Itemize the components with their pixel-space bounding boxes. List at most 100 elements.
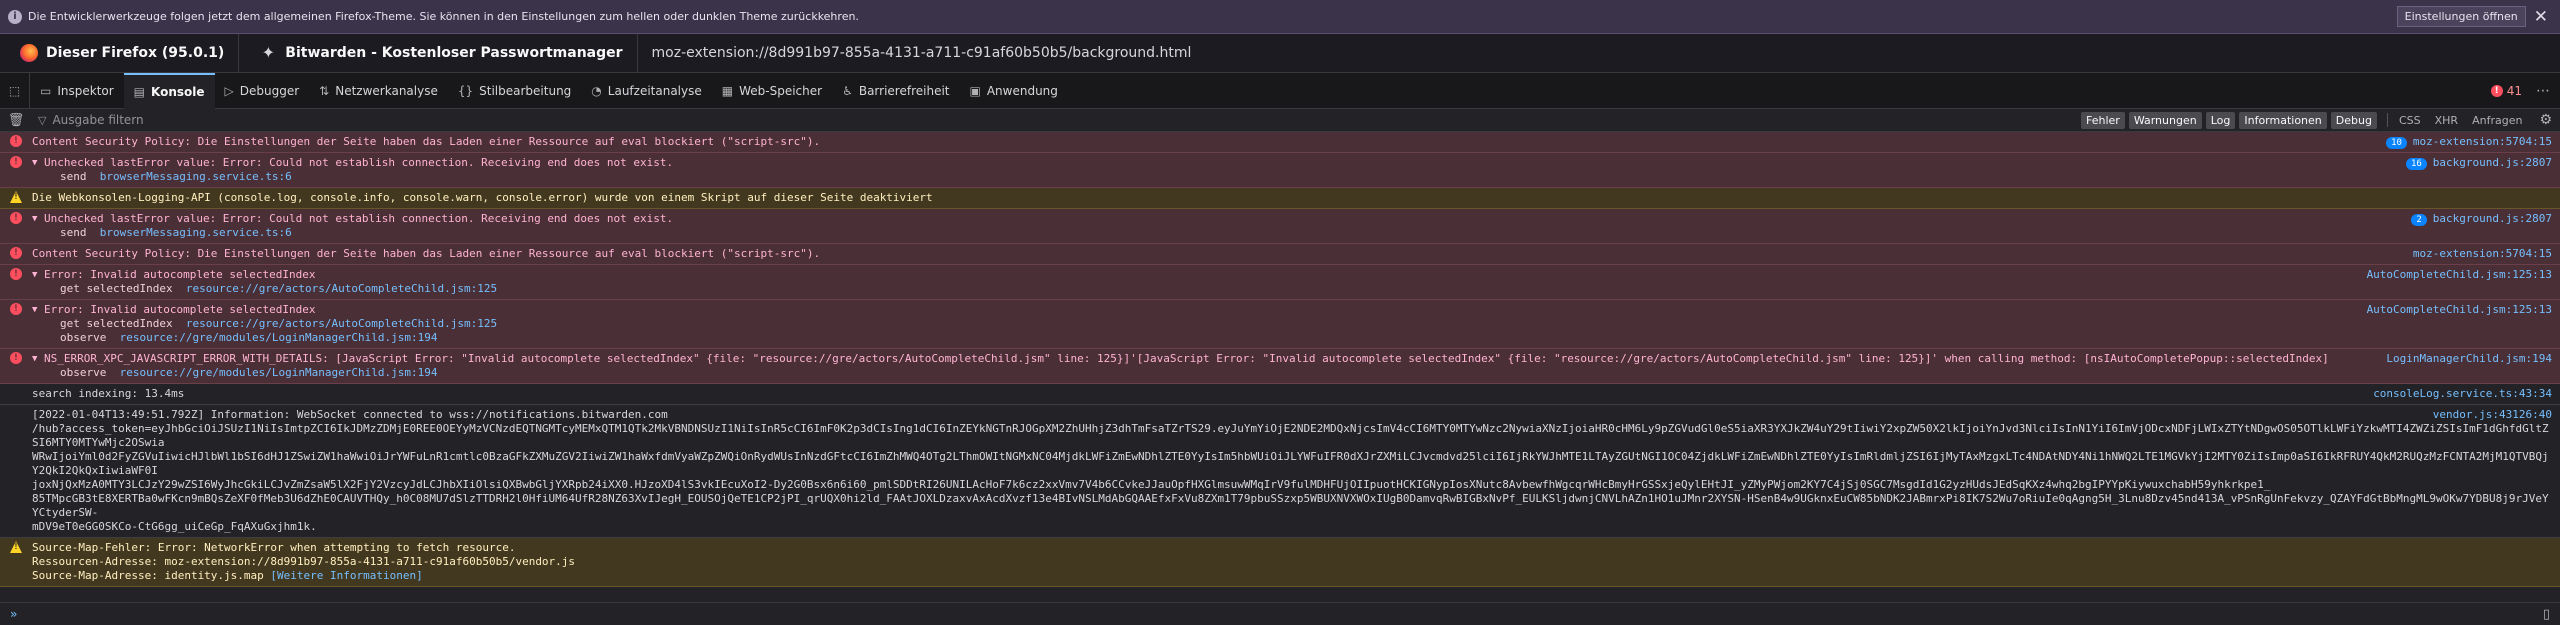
gear-icon[interactable]: ⚙ xyxy=(2539,112,2552,128)
stack-frame: get selectedIndex resource://gre/actors/… xyxy=(44,317,2552,331)
tab-debugger[interactable]: ▷ Debugger xyxy=(215,73,310,109)
message-text: Error: Invalid autocomplete selectedInde… xyxy=(44,303,316,316)
stack-frame: send browserMessaging.service.ts:6 xyxy=(44,226,2552,240)
message-text: Unchecked lastError value: Error: Could … xyxy=(44,156,674,169)
open-settings-button[interactable]: Einstellungen öffnen xyxy=(2396,6,2526,27)
stack-location[interactable]: browserMessaging.service.ts:6 xyxy=(100,170,292,183)
more-options-icon[interactable]: ⋯ xyxy=(2536,83,2550,99)
expand-arrow-icon[interactable]: ▼ xyxy=(32,303,37,317)
notification-text: Die Entwicklerwerkzeuge folgen jetzt dem… xyxy=(28,10,859,23)
stack-location[interactable]: resource://gre/actors/AutoCompleteChild.… xyxy=(186,317,497,330)
console-message: ! ▼ Unchecked lastError value: Error: Coul… xyxy=(0,209,2560,244)
error-icon: ! xyxy=(10,303,22,315)
debugger-icon: ▷ xyxy=(224,83,234,98)
tool-label: Netzwerkanalyse xyxy=(335,83,438,98)
error-icon: ! xyxy=(2490,84,2503,97)
message-source-link[interactable]: 10 moz-extension:5704:15 xyxy=(2386,135,2552,149)
tab-web-speicher[interactable]: ▦ Web-Speicher xyxy=(712,73,832,109)
tool-label: Anwendung xyxy=(986,83,1058,98)
element-picker-icon[interactable]: ⬚ xyxy=(0,72,30,109)
target-bar: Dieser Firefox (95.0.1) ✦ Bitwarden - Ko… xyxy=(0,33,2560,73)
filter-xhr[interactable]: XHR xyxy=(2430,112,2463,129)
tool-label: Inspektor xyxy=(57,83,114,98)
message-source-link[interactable]: vendor.js:43126:40 xyxy=(2433,408,2552,422)
stack-frame: observe resource://gre/modules/LoginMana… xyxy=(44,331,2552,345)
filter-anfragen[interactable]: Anfragen xyxy=(2467,112,2527,129)
console-message: ! ▼ Unchecked lastError value: Error: Coul… xyxy=(0,153,2560,188)
console-message: ! Content Security Policy: Die Einstellun… xyxy=(0,132,2560,153)
filter-fehler[interactable]: Fehler xyxy=(2081,111,2125,129)
repeat-count-badge: 2 xyxy=(2411,214,2427,226)
tab-anwendung[interactable]: ▣ Anwendung xyxy=(960,73,1068,109)
accessibility-icon: ♿ xyxy=(842,83,853,98)
message-source-link[interactable]: 2 background.js:2807 xyxy=(2411,212,2552,226)
tab-firefox[interactable]: Dieser Firefox (95.0.1) xyxy=(0,33,240,73)
firefox-logo-icon xyxy=(20,44,38,62)
tab-bitwarden[interactable]: ✦ Bitwarden - Kostenloser Passwortmanage… xyxy=(239,33,638,73)
inspector-icon: ▭ xyxy=(40,83,52,98)
network-icon: ⇅ xyxy=(319,83,330,98)
message-source-link[interactable]: moz-extension:5704:15 xyxy=(2413,247,2552,261)
error-icon: ! xyxy=(10,212,22,224)
error-icon: ! xyxy=(10,156,22,168)
message-source-link[interactable]: AutoCompleteChild.jsm:125:13 xyxy=(2367,268,2552,282)
stack-location[interactable]: browserMessaging.service.ts:6 xyxy=(100,226,292,239)
console-message: search indexing: 13.4ms consoleLog.servic… xyxy=(0,384,2560,405)
stack-function: observe xyxy=(60,331,120,344)
tab-barrierefreiheit[interactable]: ♿ Barrierefreiheit xyxy=(832,73,959,109)
tab-firefox-label: Dieser Firefox (95.0.1) xyxy=(46,45,225,61)
stack-location[interactable]: resource://gre/modules/LoginManagerChild… xyxy=(120,331,438,344)
expand-arrow-icon[interactable]: ▼ xyxy=(32,268,37,282)
tool-label: Debugger xyxy=(239,83,300,98)
message-text: search indexing: 13.4ms xyxy=(32,387,185,400)
message-text: Unchecked lastError value: Error: Could … xyxy=(44,212,674,225)
tool-label: Konsole xyxy=(151,84,205,99)
message-text: Source-Map-Fehler: Error: NetworkError w… xyxy=(32,541,576,582)
tab-inspektor[interactable]: ▭ Inspektor xyxy=(30,73,124,109)
close-icon[interactable]: ✕ xyxy=(2534,7,2548,27)
filter-informationen[interactable]: Informationen xyxy=(2239,111,2327,129)
expand-arrow-icon[interactable]: ▼ xyxy=(32,352,37,366)
message-text: Content Security Policy: Die Einstellung… xyxy=(32,247,821,260)
console-message: ! Content Security Policy: Die Einstellun… xyxy=(0,244,2560,265)
repeat-count-badge: 16 xyxy=(2405,158,2427,170)
stack-function: observe xyxy=(60,366,120,379)
error-count-badge[interactable]: ! 41 xyxy=(2490,84,2522,98)
tab-stilbearbeitung[interactable]: {} Stilbearbeitung xyxy=(448,73,581,109)
filter-warnungen[interactable]: Warnungen xyxy=(2128,111,2202,129)
message-source-link[interactable]: 16 background.js:2807 xyxy=(2405,156,2552,170)
filter-debug[interactable]: Debug xyxy=(2330,111,2377,129)
error-icon: ! xyxy=(10,247,22,259)
message-source-link[interactable]: AutoCompleteChild.jsm:125:13 xyxy=(2367,303,2552,317)
console-message: ! Source-Map-Fehler: Error: NetworkError … xyxy=(0,538,2560,587)
target-url: moz-extension://8d991b97-855a-4131-a711-… xyxy=(651,45,1192,61)
console-input[interactable]: » ▯ xyxy=(0,602,2560,625)
performance-icon: ◔ xyxy=(591,83,602,98)
error-icon: ! xyxy=(10,268,22,280)
console-message: ! Die Webkonsolen-Logging-API (console.lo… xyxy=(0,188,2560,209)
tab-netzwerkanalyse[interactable]: ⇅ Netzwerkanalyse xyxy=(309,73,448,109)
message-source-link[interactable]: consoleLog.service.ts:43:34 xyxy=(2373,387,2552,401)
expand-arrow-icon[interactable]: ▼ xyxy=(32,212,37,226)
info-icon xyxy=(10,408,22,420)
tab-laufzeitanalyse[interactable]: ◔ Laufzeitanalyse xyxy=(581,73,711,109)
filter-input[interactable]: Ausgabe filtern xyxy=(52,113,2081,127)
more-info-link[interactable]: [Weitere Informationen] xyxy=(264,569,422,582)
filter-log[interactable]: Log xyxy=(2205,111,2236,129)
tool-label: Barrierefreiheit xyxy=(858,83,950,98)
console-message: [2022-01-04T13:49:51.792Z] Information: … xyxy=(0,405,2560,538)
filter-css[interactable]: CSS xyxy=(2394,112,2426,129)
filter-separator xyxy=(2386,113,2388,127)
stack-location[interactable]: resource://gre/modules/LoginManagerChild… xyxy=(120,366,438,379)
message-source-link[interactable]: LoginManagerChild.jsm:194 xyxy=(2386,352,2552,366)
stack-location[interactable]: resource://gre/actors/AutoCompleteChild.… xyxy=(186,282,497,295)
split-console-icon[interactable]: ▯ xyxy=(2543,607,2550,622)
message-text: NS_ERROR_XPC_JAVASCRIPT_ERROR_WITH_DETAI… xyxy=(44,352,2329,365)
trash-icon[interactable]: 🗑 xyxy=(0,113,32,128)
console-message: ! ▼ NS_ERROR_XPC_JAVASCRIPT_ERROR_WITH_DET… xyxy=(0,349,2560,384)
error-icon: ! xyxy=(10,352,22,364)
toolbox-tabs: ⬚ ▭ Inspektor ▤ Konsole ▷ Debugger ⇅ Netzwerkan… xyxy=(0,72,2560,109)
tab-konsole[interactable]: ▤ Konsole xyxy=(123,72,215,109)
expand-arrow-icon[interactable]: ▼ xyxy=(32,156,37,170)
filter-bar: 🗑 ▽ Ausgabe filtern Fehler Warnungen Log In… xyxy=(0,109,2560,132)
